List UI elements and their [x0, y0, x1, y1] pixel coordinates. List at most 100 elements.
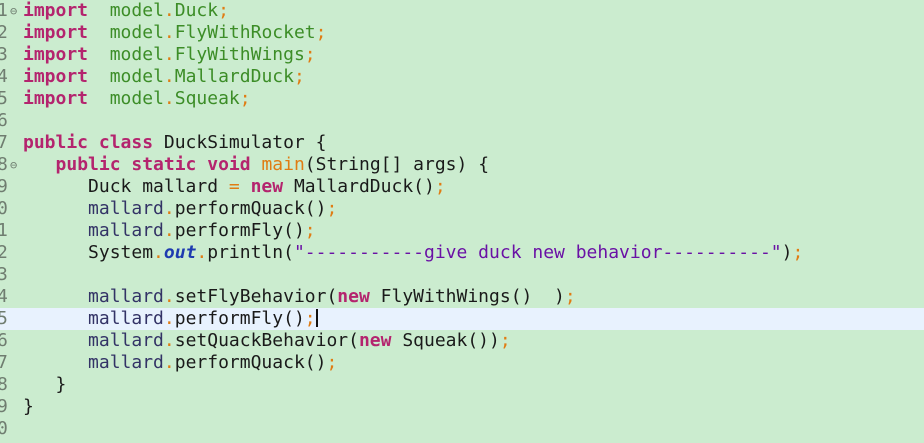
code-token: import — [23, 44, 89, 65]
code-token: model — [109, 88, 164, 109]
code-token: } — [23, 374, 67, 395]
line-number-gutter: 8 — [0, 374, 22, 396]
code-token: System — [23, 242, 154, 263]
code-text: import model.FlyWithWings; — [23, 44, 316, 66]
code-text: mallard.performFly(); — [23, 308, 318, 330]
line-number-gutter: 9 — [0, 176, 22, 198]
code-text: import model.Duck; — [23, 0, 229, 22]
code-text: } — [23, 396, 34, 418]
line-number: 5 — [0, 88, 8, 109]
code-token: println( — [207, 242, 294, 263]
line-number-gutter: 2 — [0, 22, 22, 44]
code-token: import — [23, 66, 89, 87]
code-token: . — [163, 352, 175, 373]
code-line[interactable]: 4 mallard.setFlyBehavior(new FlyWithWing… — [0, 286, 924, 308]
code-line[interactable]: 7 public class DuckSimulator { — [0, 132, 924, 154]
line-number-gutter: 4 — [0, 66, 22, 88]
line-number-gutter: 4 — [0, 286, 22, 308]
code-line[interactable]: 8 ⊖ public static void main(String[] args… — [0, 154, 924, 176]
code-text: import model.MallardDuck; — [23, 66, 305, 88]
line-number-gutter: 5 — [0, 88, 22, 110]
code-token: ; — [304, 220, 316, 241]
code-text: Duck mallard = new MallardDuck(); — [23, 176, 446, 198]
code-line[interactable]: 8 } — [0, 374, 924, 396]
code-line[interactable]: 6 mallard.setQuackBehavior(new Squeak())… — [0, 330, 924, 352]
code-token: . — [163, 220, 175, 241]
code-line[interactable]: 5 mallard.performFly(); — [0, 308, 924, 330]
code-text: mallard.performQuack(); — [23, 352, 337, 374]
code-line[interactable]: 7 mallard.performQuack(); — [0, 352, 924, 374]
line-number: 0 — [0, 198, 8, 219]
fold-collapse-icon[interactable]: ⊖ — [10, 0, 17, 22]
code-line[interactable]: 0 mallard.performQuack(); — [0, 198, 924, 220]
line-number: 4 — [0, 286, 8, 307]
code-token: mallard — [88, 330, 164, 351]
line-number: 8 — [0, 154, 8, 175]
code-token: mallard — [88, 220, 164, 241]
code-text: } — [23, 374, 67, 396]
code-token: ; — [304, 308, 316, 329]
code-line[interactable]: 9} — [0, 396, 924, 418]
code-token: mallard — [88, 286, 164, 307]
code-token: "-----------give duck new behavior------… — [293, 242, 782, 263]
code-token: new — [358, 330, 392, 351]
code-token: Duck — [174, 0, 219, 21]
code-token: . — [163, 330, 175, 351]
line-number-gutter: 3 — [0, 44, 22, 66]
line-number: 2 — [0, 22, 8, 43]
code-token: . — [196, 242, 208, 263]
code-token: ; — [564, 286, 576, 307]
code-line[interactable]: 5 import model.Squeak; — [0, 88, 924, 110]
code-line[interactable]: 3 import model.FlyWithWings; — [0, 44, 924, 66]
code-token: model — [109, 22, 164, 43]
code-line[interactable]: 6 — [0, 110, 924, 132]
line-number: 6 — [0, 110, 8, 131]
line-number: 1 — [0, 0, 8, 21]
line-number: 3 — [0, 44, 8, 65]
code-line[interactable]: 3 — [0, 264, 924, 286]
code-line[interactable]: 2 import model.FlyWithRocket; — [0, 22, 924, 44]
code-token: . — [163, 44, 175, 65]
line-number: 8 — [0, 374, 8, 395]
code-line[interactable]: 1 ⊖ import model.Duck; — [0, 0, 924, 22]
code-token: import — [23, 88, 89, 109]
code-token: ; — [239, 88, 251, 109]
code-editor[interactable]: 1 ⊖ import model.Duck; 2 import model.FlyWit… — [0, 0, 924, 443]
line-number-gutter: 9 — [0, 396, 22, 418]
code-token: mallard — [88, 352, 164, 373]
code-token: public static void — [55, 154, 251, 175]
line-number-gutter: 0 — [0, 418, 22, 440]
code-line[interactable]: 1 mallard.performFly(); — [0, 220, 924, 242]
line-number: 7 — [0, 352, 8, 373]
line-number-gutter: 1 ⊖ — [0, 0, 22, 22]
fold-collapse-icon[interactable]: ⊖ — [10, 154, 17, 176]
code-line[interactable]: 0 — [0, 418, 924, 440]
code-token: model — [109, 66, 164, 87]
code-token: performQuack() — [174, 352, 327, 373]
code-token: = — [228, 176, 240, 197]
code-token: new — [337, 286, 370, 307]
code-line[interactable]: 4 import model.MallardDuck; — [0, 66, 924, 88]
code-token: } — [23, 396, 34, 417]
code-token: mallard — [88, 198, 164, 219]
code-token: FlyWithRocket — [174, 22, 316, 43]
code-token: (String[] args) { — [304, 154, 490, 175]
code-token: ; — [434, 176, 446, 197]
code-line[interactable]: 2 System.out.println("-----------give du… — [0, 242, 924, 264]
code-token: Squeak()) — [391, 330, 500, 351]
line-number: 1 — [0, 220, 8, 241]
line-number-gutter: 0 — [0, 198, 22, 220]
code-token: FlyWithWings() ) — [369, 286, 565, 307]
code-token: ; — [792, 242, 804, 263]
code-token: import — [23, 22, 89, 43]
line-number-gutter: 1 — [0, 220, 22, 242]
code-line[interactable]: 9 Duck mallard = new MallardDuck(); — [0, 176, 924, 198]
